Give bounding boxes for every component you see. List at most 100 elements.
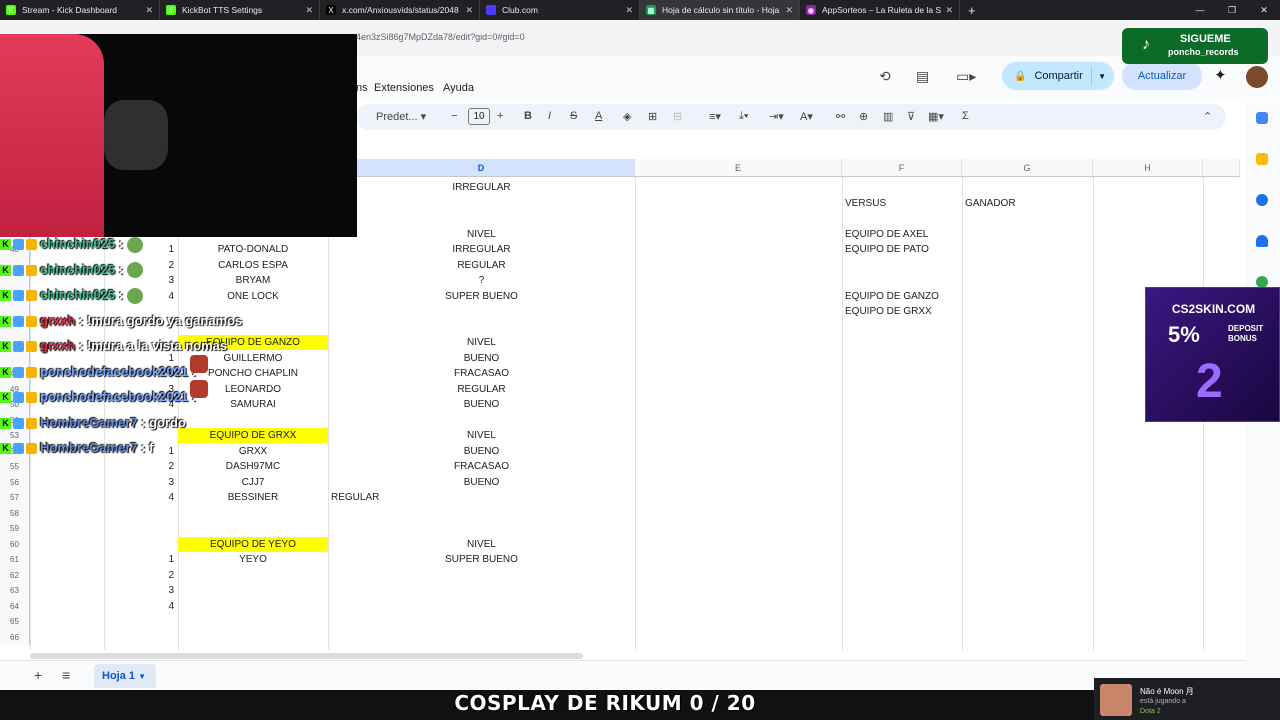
row-number[interactable]: 56 [0,474,30,490]
cell-versus[interactable] [845,583,960,598]
tasks-icon[interactable] [1256,194,1268,206]
cell-winner[interactable]: GANADOR [965,196,1090,211]
cell-winner[interactable] [965,320,1090,335]
strikethrough-icon[interactable]: S [570,110,577,122]
merge-cells-icon[interactable]: ⊟ [673,110,682,123]
share-button[interactable]: 🔒 Compartir ▼ [1002,62,1114,90]
row-number[interactable]: 66 [0,629,30,645]
chevron-down-icon[interactable]: ▼ [138,672,146,681]
cell-name[interactable]: EQUIPO DE YEYO [178,537,328,552]
cell-versus[interactable] [845,335,960,350]
cell-index[interactable]: 3 [104,583,174,598]
cell-level[interactable] [328,320,635,335]
cell-level[interactable] [328,521,635,536]
calendar-icon[interactable] [1256,112,1268,124]
cell-level[interactable] [328,630,635,645]
row-number[interactable]: 61 [0,552,30,568]
cell-name[interactable]: GRXX [178,444,328,459]
menu-ayuda[interactable]: Ayuda [443,82,474,94]
meet-icon[interactable]: ▭▸ [956,68,976,85]
url-text[interactable]: 4en3zSi86g7MpDZda78/edit?gid=0#gid=0 [356,32,525,42]
menu-extensiones[interactable]: Extensiones [374,82,434,94]
filter-views-icon[interactable]: ▦▾ [928,110,944,123]
cell-winner[interactable] [965,242,1090,257]
cell-index[interactable] [104,614,174,629]
cell-winner[interactable] [965,304,1090,319]
chart-icon[interactable]: ▥ [883,110,893,123]
cell-winner[interactable] [965,552,1090,567]
cell-level[interactable]: NIVEL [328,227,635,242]
cell-versus[interactable] [845,490,960,505]
cell-level[interactable]: REGULAR [328,382,635,397]
cell-versus[interactable] [845,413,960,428]
row-number[interactable]: 63 [0,583,30,599]
cell-level[interactable]: NIVEL [328,428,635,443]
cell-versus[interactable] [845,351,960,366]
cell-winner[interactable] [965,537,1090,552]
close-tab-icon[interactable]: ✕ [945,5,953,16]
cell-winner[interactable] [965,180,1090,195]
cell-level[interactable] [328,583,635,598]
cell-versus[interactable] [845,521,960,536]
cell-winner[interactable] [965,614,1090,629]
cell-name[interactable]: EQUIPO DE GRXX [178,428,328,443]
italic-icon[interactable]: I [548,110,551,122]
row-number[interactable]: 62 [0,567,30,583]
new-tab-button[interactable]: + [968,3,976,18]
cell-versus[interactable] [845,599,960,614]
cell-winner[interactable] [965,568,1090,583]
cell-level[interactable] [328,506,635,521]
browser-tab[interactable]: Xx.com/Anxiousvids/status/2048 ✕ [320,0,480,20]
cell-versus[interactable] [845,211,960,226]
close-tab-icon[interactable]: ✕ [305,5,313,16]
cell-versus[interactable] [845,630,960,645]
cell-index[interactable] [104,537,174,552]
comments-icon[interactable]: ▤ [916,68,929,85]
cell-level[interactable]: BUENO [328,444,635,459]
cell-winner[interactable] [965,351,1090,366]
keep-icon[interactable] [1256,153,1268,165]
cell-level[interactable] [328,614,635,629]
cell-index[interactable]: 4 [104,490,174,505]
font-size-input[interactable]: 10 [468,108,490,125]
valign-icon[interactable]: ⤓▾ [739,110,748,123]
cell-level[interactable] [328,599,635,614]
cell-name[interactable]: BRYAM [178,273,328,288]
row-number[interactable]: 60 [0,536,30,552]
cell-versus[interactable] [845,475,960,490]
ad-banner[interactable]: CS2SKIN.COM 5% DEPOSIT BONUS 2 [1145,287,1280,422]
row-number[interactable]: 58 [0,505,30,521]
cell-versus[interactable] [845,568,960,583]
cell-winner[interactable] [965,506,1090,521]
cell-winner[interactable] [965,599,1090,614]
maximize-button[interactable]: ❐ [1216,0,1248,20]
cell-index[interactable]: 4 [104,599,174,614]
filter-icon[interactable]: ⊽ [907,110,915,123]
browser-tab[interactable]: # KickBot TTS Settings ✕ [160,0,320,20]
cell-winner[interactable] [965,475,1090,490]
cell-index[interactable]: 3 [104,475,174,490]
column-header[interactable]: D [328,159,635,177]
cell-versus[interactable] [845,273,960,288]
cell-versus[interactable] [845,397,960,412]
comment-add-icon[interactable]: ⊕ [859,110,868,123]
cell-winner[interactable] [965,397,1090,412]
align-icon[interactable]: ≡▾ [709,110,721,123]
cell-versus[interactable]: EQUIPO DE GANZO [845,289,960,304]
fill-color-icon[interactable]: ◈ [623,110,631,123]
column-header[interactable]: H [1093,159,1203,177]
row-number[interactable]: 64 [0,598,30,614]
cell-winner[interactable] [965,459,1090,474]
cell-versus[interactable] [845,382,960,397]
cell-versus[interactable] [845,552,960,567]
cell-versus[interactable] [845,320,960,335]
cell-winner[interactable] [965,490,1090,505]
cell-level[interactable]: FRACASAO [328,459,635,474]
cell-winner[interactable] [965,273,1090,288]
collapse-toolbar-icon[interactable]: ⌃ [1203,110,1212,123]
text-color-icon[interactable]: A [595,110,602,122]
cell-level[interactable]: NIVEL [328,335,635,350]
cell-name[interactable] [178,583,328,598]
cell-level[interactable]: NIVEL [328,537,635,552]
cell-level[interactable]: SUPER BUENO [328,289,635,304]
